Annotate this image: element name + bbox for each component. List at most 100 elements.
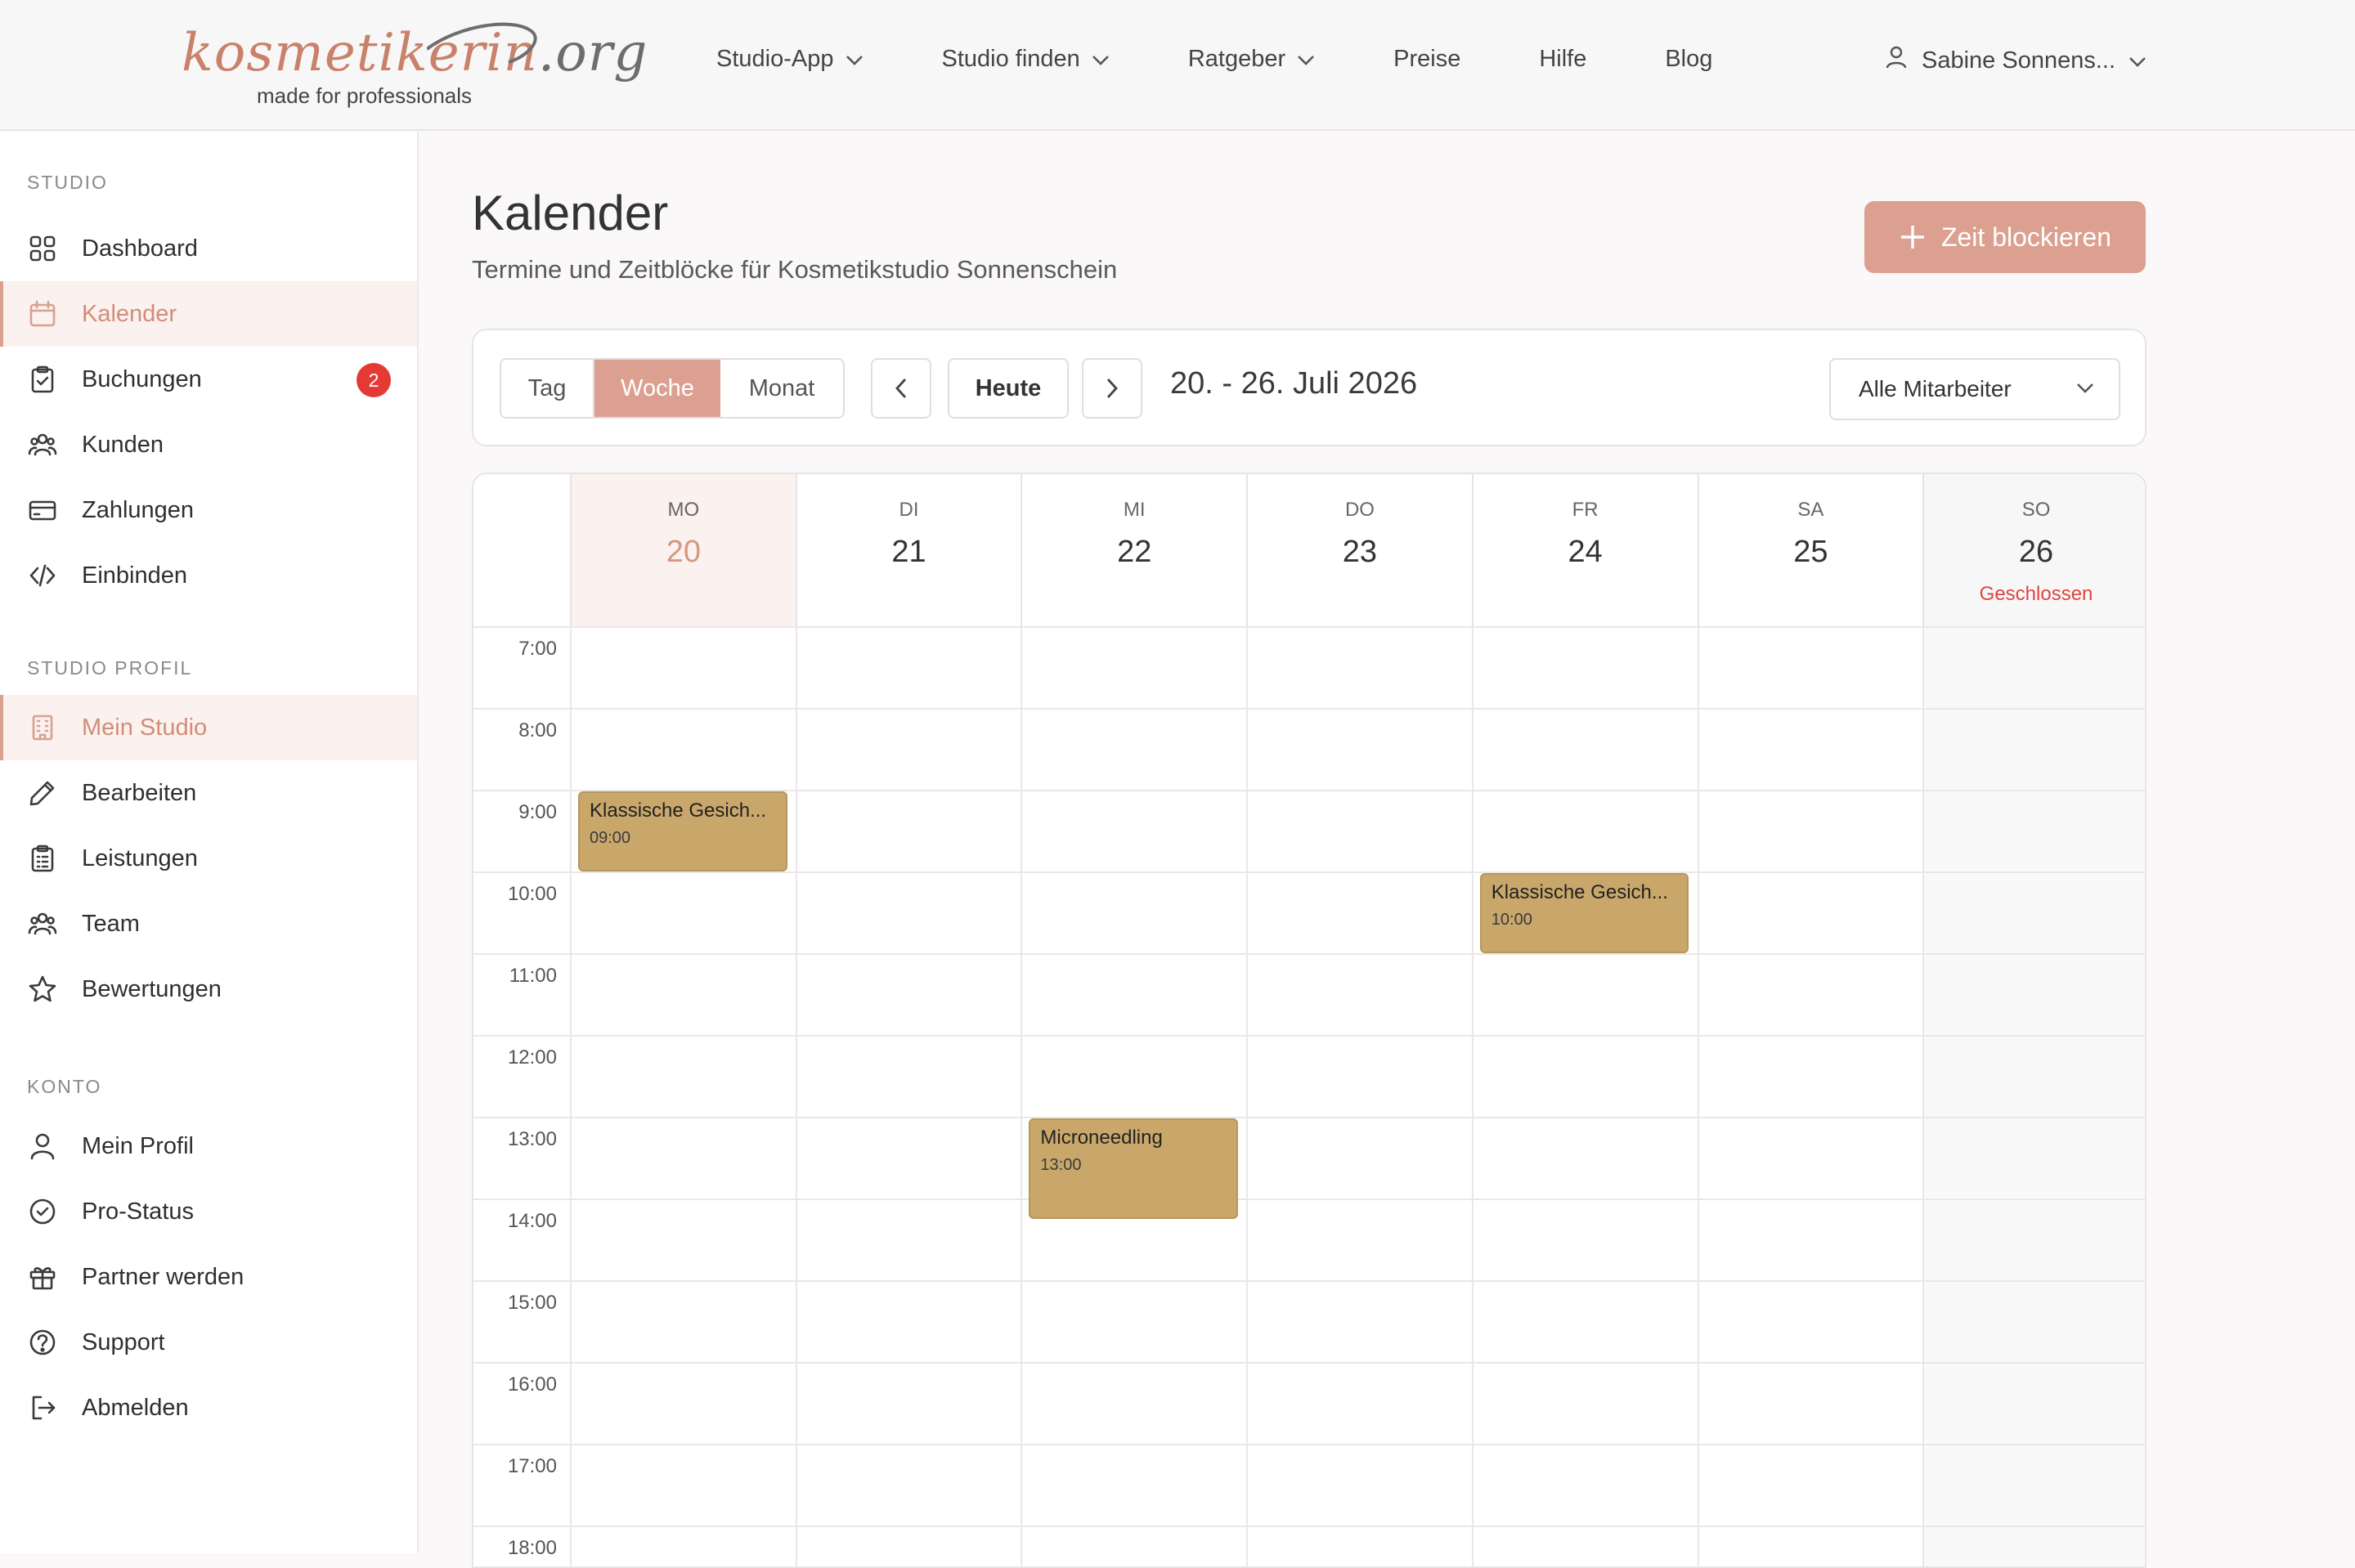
sidebar-item-label: Pro-Status xyxy=(82,1198,194,1225)
calendar-event[interactable]: Klassische Gesich... 09:00 xyxy=(578,791,787,871)
closed-day-column xyxy=(1922,626,2145,1566)
view-switcher: Tag Woche Monat xyxy=(500,358,845,419)
chevron-left-icon xyxy=(895,379,907,398)
grid-icon xyxy=(28,234,57,263)
chevron-down-icon xyxy=(1297,46,1315,73)
block-time-button[interactable]: Zeit blockieren xyxy=(1864,201,2146,273)
day-column-divider xyxy=(1471,626,1474,1566)
sidebar-item-bewertungen[interactable]: Bewertungen xyxy=(0,956,417,1022)
nav-item-ratgeber[interactable]: Ratgeber xyxy=(1188,46,1315,73)
day-header-fr[interactable]: FR 24 xyxy=(1471,474,1698,626)
event-time: 09:00 xyxy=(590,829,631,847)
nav-item-hilfe[interactable]: Hilfe xyxy=(1539,46,1586,73)
sidebar-item-label: Buchungen xyxy=(82,365,202,392)
today-button[interactable]: Heute xyxy=(948,358,1069,419)
chevron-down-icon xyxy=(2128,47,2146,74)
day-date: 23 xyxy=(1342,535,1378,569)
badge-check-icon xyxy=(28,1197,57,1226)
sidebar-item-team[interactable]: Team xyxy=(0,891,417,956)
notification-badge: 2 xyxy=(357,363,391,397)
sidebar-item-kalender[interactable]: Kalender xyxy=(0,281,417,347)
day-date: 20 xyxy=(666,535,701,569)
logo-wordmark: kosmetikerin.org xyxy=(182,23,648,83)
sidebar-item-label: Team xyxy=(82,910,140,937)
hour-gridline xyxy=(473,1362,2145,1364)
sidebar-item-einbinden[interactable]: Einbinden xyxy=(0,543,417,608)
previous-week-button[interactable] xyxy=(871,358,931,419)
main-nav: Studio-App Studio finden Ratgeber Preise Hil… xyxy=(716,46,1791,73)
sidebar-item-label: Bearbeiten xyxy=(82,779,197,806)
day-header-do[interactable]: DO 23 xyxy=(1246,474,1472,626)
sidebar-item-zahlungen[interactable]: Zahlungen xyxy=(0,477,417,543)
day-name: DI xyxy=(899,499,919,521)
view-tab-month[interactable]: Monat xyxy=(720,360,843,417)
day-header-mi[interactable]: MI 22 xyxy=(1020,474,1246,626)
header-divider xyxy=(473,626,2145,628)
sidebar-item-pro-status[interactable]: Pro-Status xyxy=(0,1179,417,1244)
user-menu[interactable]: Sabine Sonnens... xyxy=(1886,46,2146,75)
gift-icon xyxy=(28,1262,57,1292)
day-header-so[interactable]: SO 26 Geschlossen xyxy=(1922,474,2145,626)
nav-item-label: Ratgeber xyxy=(1187,46,1286,72)
hour-label: 17:00 xyxy=(507,1455,557,1477)
sidebar-item-label: Partner werden xyxy=(82,1263,244,1290)
star-icon xyxy=(28,974,57,1004)
view-tab-week[interactable]: Woche xyxy=(594,360,720,417)
calendar-event[interactable]: Microneedling 13:00 xyxy=(1029,1118,1239,1219)
sidebar-item-bearbeiten[interactable]: Bearbeiten xyxy=(0,760,417,826)
page-subtitle: Termine und Zeitblöcke für Kosmetikstudi… xyxy=(472,255,1118,284)
nav-item-label: Blog xyxy=(1665,46,1713,72)
day-column-divider xyxy=(1697,626,1699,1566)
day-column-divider xyxy=(570,626,572,1566)
sidebar-item-mein-studio[interactable]: Mein Studio xyxy=(0,695,417,760)
users-icon xyxy=(28,909,57,939)
sidebar-item-partner-werden[interactable]: Partner werden xyxy=(0,1244,417,1310)
sidebar-item-label: Kalender xyxy=(82,300,177,327)
nav-item-preise[interactable]: Preise xyxy=(1393,46,1460,73)
next-week-button[interactable] xyxy=(1082,358,1142,419)
day-date: 21 xyxy=(891,535,926,569)
nav-item-blog[interactable]: Blog xyxy=(1665,46,1712,73)
event-time: 13:00 xyxy=(1040,1156,1082,1174)
sidebar-item-dashboard[interactable]: Dashboard xyxy=(0,216,417,281)
user-icon xyxy=(1886,46,1907,75)
day-date: 25 xyxy=(1793,535,1828,569)
day-header-di[interactable]: DI 21 xyxy=(795,474,1021,626)
sidebar-item-leistungen[interactable]: Leistungen xyxy=(0,826,417,891)
clipboard-list-icon xyxy=(28,844,57,873)
calendar-event[interactable]: Klassische Gesich... 10:00 xyxy=(1479,873,1689,953)
day-header-mo[interactable]: MO 20 xyxy=(570,474,796,626)
day-date: 22 xyxy=(1117,535,1152,569)
staff-filter-select[interactable]: Alle Mitarbeiter xyxy=(1829,358,2120,420)
day-name: SO xyxy=(2021,499,2051,521)
sidebar-item-support[interactable]: Support xyxy=(0,1310,417,1375)
clipboard-check-icon xyxy=(28,365,57,394)
hour-label: 7:00 xyxy=(518,638,557,660)
day-name: DO xyxy=(1344,499,1375,521)
hour-gridline xyxy=(473,1198,2145,1200)
sidebar-item-mein-profil[interactable]: Mein Profil xyxy=(0,1113,417,1179)
nav-item-studio-finden[interactable]: Studio finden xyxy=(942,46,1110,73)
day-name: MO xyxy=(667,499,700,521)
day-date: 26 xyxy=(2018,535,2054,569)
hour-label: 13:00 xyxy=(507,1128,557,1150)
sidebar-item-label: Zahlungen xyxy=(82,496,195,523)
user-name: Sabine Sonnens... xyxy=(1922,47,2116,74)
nav-item-studio-app[interactable]: Studio-App xyxy=(716,46,864,73)
hour-gridline xyxy=(473,1280,2145,1282)
sidebar-item-kunden[interactable]: Kunden xyxy=(0,412,417,477)
view-tab-day[interactable]: Tag xyxy=(501,360,594,417)
hour-label: 10:00 xyxy=(507,883,557,905)
hour-label: 8:00 xyxy=(518,719,557,741)
help-circle-icon xyxy=(28,1328,57,1357)
sidebar-item-abmelden[interactable]: Abmelden xyxy=(0,1375,417,1440)
credit-card-icon xyxy=(28,495,57,525)
sidebar: STUDIO Dashboard Kalender Buchungen 2 Kunden Z… xyxy=(0,132,419,1553)
week-calendar: MO 20 DI 21 MI 22 DO 23 FR 24 SA 25 SO 26 Geschlossen 7… xyxy=(472,473,2146,1568)
day-header-sa[interactable]: SA 25 xyxy=(1697,474,1923,626)
hour-gridline xyxy=(473,1444,2145,1445)
sidebar-item-buchungen[interactable]: Buchungen 2 xyxy=(0,347,417,412)
brand-logo[interactable]: kosmetikerin.org made for professionals xyxy=(182,16,647,116)
day-name: MI xyxy=(1123,499,1146,521)
calendar-icon xyxy=(28,299,57,329)
